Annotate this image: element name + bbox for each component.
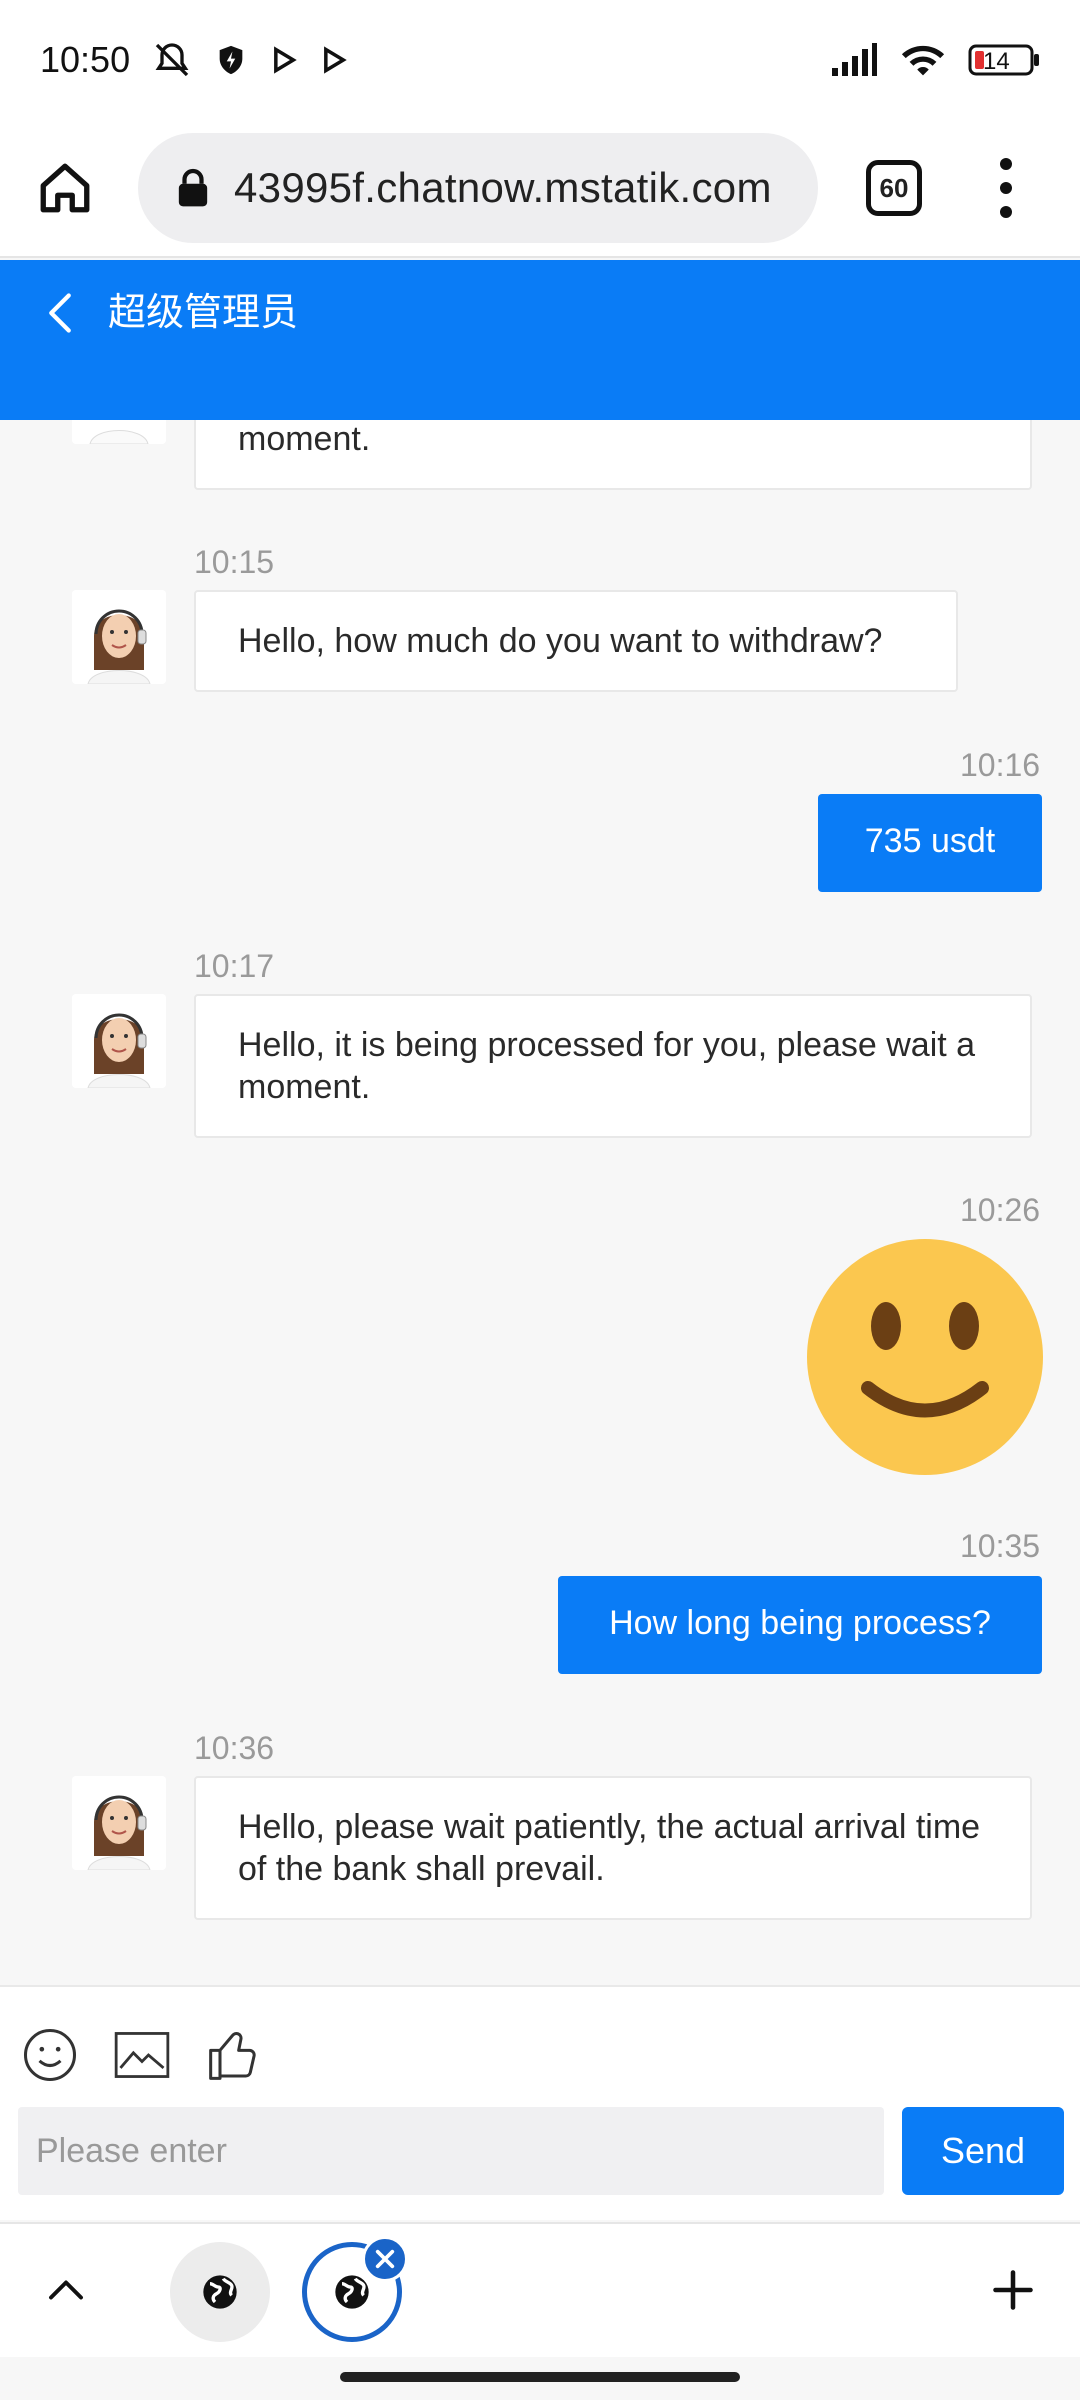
thumbs-up-icon [209, 2032, 256, 2080]
new-tab-button[interactable] [985, 2262, 1041, 2318]
tab-switcher-button[interactable]: 60 [866, 160, 922, 216]
plus-icon [993, 2270, 1033, 2310]
status-time: 10:50 [40, 39, 131, 80]
tab-item[interactable] [170, 2242, 270, 2342]
close-tab-button[interactable] [362, 2236, 408, 2282]
image-icon [114, 2032, 170, 2078]
home-button[interactable] [28, 151, 102, 225]
page-title: 超级管理员 [108, 292, 299, 334]
composer-toolbar [22, 2027, 262, 2083]
message-composer: Send [0, 1985, 1080, 2220]
status-bar: 10:50 [0, 0, 1080, 120]
message-text: Hello, please wait patiently, the actual… [238, 1808, 981, 1888]
emoji-button[interactable] [22, 2027, 78, 2083]
signal-icon [830, 42, 878, 78]
agent-avatar [72, 1776, 166, 1870]
message-time: 10:15 [194, 544, 275, 580]
dot-icon [1000, 158, 1012, 170]
wifi-icon [900, 42, 946, 78]
chat-messages[interactable]: moment. 10:15 Hello, how much do you wan… [0, 420, 1080, 1985]
message-time: 10:17 [194, 948, 275, 984]
image-button[interactable] [114, 2027, 170, 2083]
chevron-left-icon [49, 293, 71, 333]
message-time: 10:16 [960, 747, 1041, 783]
message-time: 10:35 [960, 1528, 1041, 1564]
browser-toolbar: 43995f.chatnow.mstatik.com 60 [0, 120, 1080, 258]
dot-icon [1000, 206, 1012, 218]
back-button[interactable] [40, 288, 80, 338]
message-bubble: moment. [194, 420, 1032, 490]
agent-avatar [72, 994, 166, 1088]
tab-count: 60 [879, 172, 909, 203]
message-bubble: Hello, please wait patiently, the actual… [194, 1776, 1032, 1920]
lock-icon [178, 168, 208, 207]
message-bubble: Hello, how much do you want to withdraw? [194, 590, 958, 692]
agent-avatar [72, 420, 166, 444]
dot-icon [1000, 182, 1012, 194]
home-icon [40, 163, 90, 213]
smiley-icon [23, 2028, 77, 2082]
close-icon [375, 2249, 395, 2269]
message-text: How long being process? [609, 1604, 991, 1642]
send-button[interactable]: Send [902, 2107, 1064, 2195]
more-menu-button[interactable] [996, 158, 1016, 218]
play-icon [320, 46, 348, 74]
shield-icon [214, 43, 248, 77]
agent-avatar [72, 590, 166, 684]
message-text: Hello, how much do you want to withdraw? [238, 622, 883, 660]
smiley-emoji-icon [806, 1238, 1044, 1476]
play-icon [270, 46, 298, 74]
message-time: 10:26 [960, 1192, 1041, 1228]
like-button[interactable] [206, 2027, 262, 2083]
expand-tabs-button[interactable] [38, 2262, 94, 2318]
message-input[interactable] [18, 2107, 884, 2195]
chevron-up-icon [49, 2280, 83, 2300]
message-time: 10:36 [194, 1730, 275, 1766]
home-indicator[interactable] [340, 2372, 740, 2382]
chat-header: 超级管理员 [0, 260, 1080, 420]
browser-bottom-bar [0, 2222, 1080, 2357]
globe-icon [203, 2275, 237, 2309]
message-text: 735 usdt [864, 822, 996, 860]
message-text: moment. [238, 420, 371, 458]
bell-muted-icon [152, 40, 192, 80]
message-text: Hello, it is being processed for you, pl… [238, 1026, 976, 1106]
message-bubble: Hello, it is being processed for you, pl… [194, 994, 1032, 1138]
globe-icon [335, 2275, 369, 2309]
battery-level: 14 [983, 48, 1010, 75]
url-bar[interactable]: 43995f.chatnow.mstatik.com [138, 133, 818, 243]
url-text: 43995f.chatnow.mstatik.com [234, 164, 772, 211]
message-bubble-outgoing: 735 usdt [818, 794, 1042, 892]
message-bubble-outgoing: How long being process? [558, 1576, 1042, 1674]
